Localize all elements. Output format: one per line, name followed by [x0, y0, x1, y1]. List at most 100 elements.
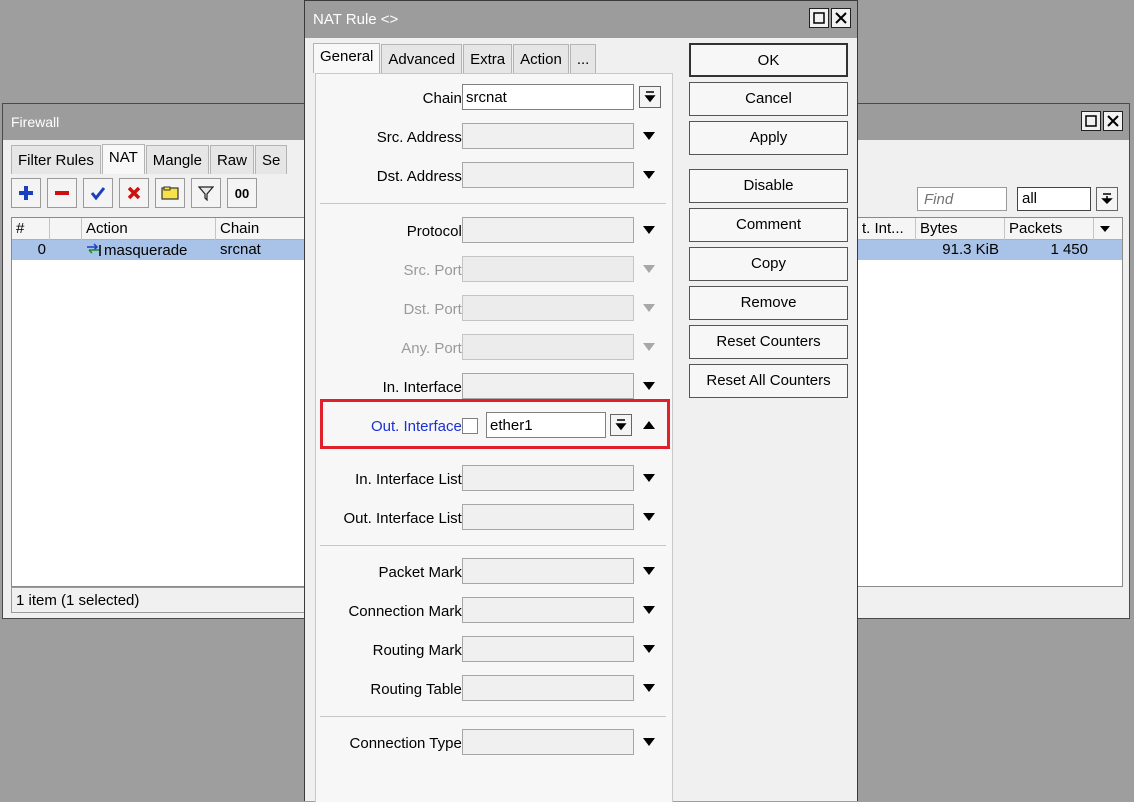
src-port-label: Src. Port: — [403, 262, 466, 279]
disable-button[interactable]: Disable — [689, 169, 848, 203]
expand-down-icon[interactable] — [642, 605, 656, 615]
connection-type-field[interactable] — [462, 729, 634, 755]
divider — [320, 716, 666, 717]
close-button[interactable] — [1103, 111, 1123, 131]
tab-mangle[interactable]: Mangle — [145, 145, 209, 174]
find-input[interactable] — [917, 187, 1007, 211]
maximize-icon — [1085, 115, 1097, 127]
expand-down-icon[interactable] — [642, 683, 656, 693]
remove-button[interactable]: Remove — [689, 286, 848, 320]
tab-more[interactable]: ... — [569, 44, 597, 73]
src-address-label: Src. Address: — [376, 129, 466, 146]
chain-dropdown-button[interactable] — [639, 86, 661, 108]
filter-button[interactable] — [191, 178, 221, 208]
expand-down-icon — [643, 343, 655, 351]
packet-mark-label: Packet Mark: — [378, 564, 466, 581]
tab-advanced[interactable]: Advanced — [381, 44, 463, 73]
expand-down-icon[interactable] — [642, 566, 656, 576]
chain-row: Chain: srcnat — [316, 84, 672, 112]
apply-button[interactable]: Apply — [689, 121, 848, 155]
tab-service-ports[interactable]: Se — [254, 145, 288, 174]
row-packets: 1 450 — [1050, 241, 1088, 258]
col-number[interactable]: # — [12, 218, 50, 240]
masquerade-icon — [87, 243, 101, 256]
src-address-field[interactable] — [462, 123, 634, 149]
close-button[interactable] — [831, 8, 851, 28]
routing-mark-row: Routing Mark: — [316, 636, 672, 664]
firewall-tabs: Filter Rules NAT Mangle Raw Se — [11, 142, 288, 174]
routing-table-field[interactable] — [462, 675, 634, 701]
filter-select[interactable]: all — [1017, 187, 1091, 211]
connection-mark-label: Connection Mark: — [348, 603, 466, 620]
enable-button[interactable] — [83, 178, 113, 208]
expand-down-icon[interactable] — [642, 737, 656, 747]
any-port-field — [462, 334, 634, 360]
comment-icon — [161, 186, 179, 200]
protocol-field[interactable] — [462, 217, 634, 243]
packet-mark-row: Packet Mark: — [316, 558, 672, 586]
chain-select[interactable]: srcnat — [462, 84, 634, 110]
out-interface-list-field[interactable] — [462, 504, 634, 530]
routing-table-label: Routing Table: — [370, 681, 466, 698]
add-button[interactable] — [11, 178, 41, 208]
tab-action[interactable]: Action — [513, 44, 569, 73]
src-port-row: Src. Port: — [316, 256, 672, 284]
col-bytes[interactable]: Bytes — [916, 218, 1005, 240]
routing-mark-label: Routing Mark: — [372, 642, 466, 659]
packet-mark-field[interactable] — [462, 558, 634, 584]
expand-down-icon[interactable] — [642, 512, 656, 522]
expand-down-icon[interactable] — [642, 381, 656, 391]
expand-down-icon[interactable] — [642, 170, 656, 180]
ok-button[interactable]: OK — [689, 43, 848, 77]
tab-raw[interactable]: Raw — [209, 145, 254, 174]
tab-extra[interactable]: Extra — [463, 44, 513, 73]
filter-icon — [198, 186, 214, 201]
remove-button[interactable] — [47, 178, 77, 208]
col-action[interactable]: Action — [82, 218, 216, 240]
comment-button[interactable] — [155, 178, 185, 208]
expand-down-icon[interactable] — [642, 644, 656, 654]
cancel-button[interactable]: Cancel — [689, 82, 848, 116]
in-interface-field[interactable] — [462, 373, 634, 399]
any-port-row: Any. Port: — [316, 334, 672, 362]
row-chain: srcnat — [220, 241, 261, 258]
chain-label: Chain: — [422, 90, 466, 107]
reset-counters-button[interactable]: Reset Counters — [689, 325, 848, 359]
maximize-button[interactable] — [1081, 111, 1101, 131]
comment-button[interactable]: Comment — [689, 208, 848, 242]
in-interface-list-label: In. Interface List: — [355, 471, 466, 488]
row-bytes: 91.3 KiB — [942, 241, 999, 258]
col-flags[interactable] — [50, 218, 82, 240]
col-out-interface[interactable]: t. Int... — [858, 218, 916, 240]
tab-nat[interactable]: NAT — [101, 144, 145, 174]
expand-down-icon[interactable] — [642, 473, 656, 483]
connection-mark-row: Connection Mark: — [316, 597, 672, 625]
reset-all-counters-button[interactable]: Reset All Counters — [689, 364, 848, 398]
column-menu-button[interactable] — [1094, 218, 1122, 240]
dst-address-row: Dst. Address: — [316, 162, 672, 190]
close-icon — [1107, 115, 1119, 127]
col-chain[interactable]: Chain — [216, 218, 308, 240]
src-address-row: Src. Address: — [316, 123, 672, 151]
close-icon — [835, 12, 847, 24]
nat-rule-titlebar[interactable]: NAT Rule <> — [305, 1, 857, 38]
connection-type-label: Connection Type: — [349, 735, 466, 752]
col-packets[interactable]: Packets — [1005, 218, 1094, 240]
copy-button[interactable]: Copy — [689, 247, 848, 281]
dst-address-field[interactable] — [462, 162, 634, 188]
expand-down-icon[interactable] — [642, 131, 656, 141]
maximize-button[interactable] — [809, 8, 829, 28]
disable-button[interactable] — [119, 178, 149, 208]
tab-general[interactable]: General — [313, 43, 381, 73]
dropdown-icon — [644, 91, 656, 103]
filter-select-dropdown[interactable] — [1096, 187, 1118, 211]
x-icon — [127, 186, 141, 200]
in-interface-list-field[interactable] — [462, 465, 634, 491]
connection-mark-field[interactable] — [462, 597, 634, 623]
routing-mark-field[interactable] — [462, 636, 634, 662]
status-bar: 1 item (1 selected) — [11, 587, 311, 613]
expand-down-icon[interactable] — [642, 225, 656, 235]
reset-counters-toolbar-button[interactable]: 00 — [227, 178, 257, 208]
tab-filter-rules[interactable]: Filter Rules — [11, 145, 101, 174]
remove-icon — [55, 191, 69, 195]
